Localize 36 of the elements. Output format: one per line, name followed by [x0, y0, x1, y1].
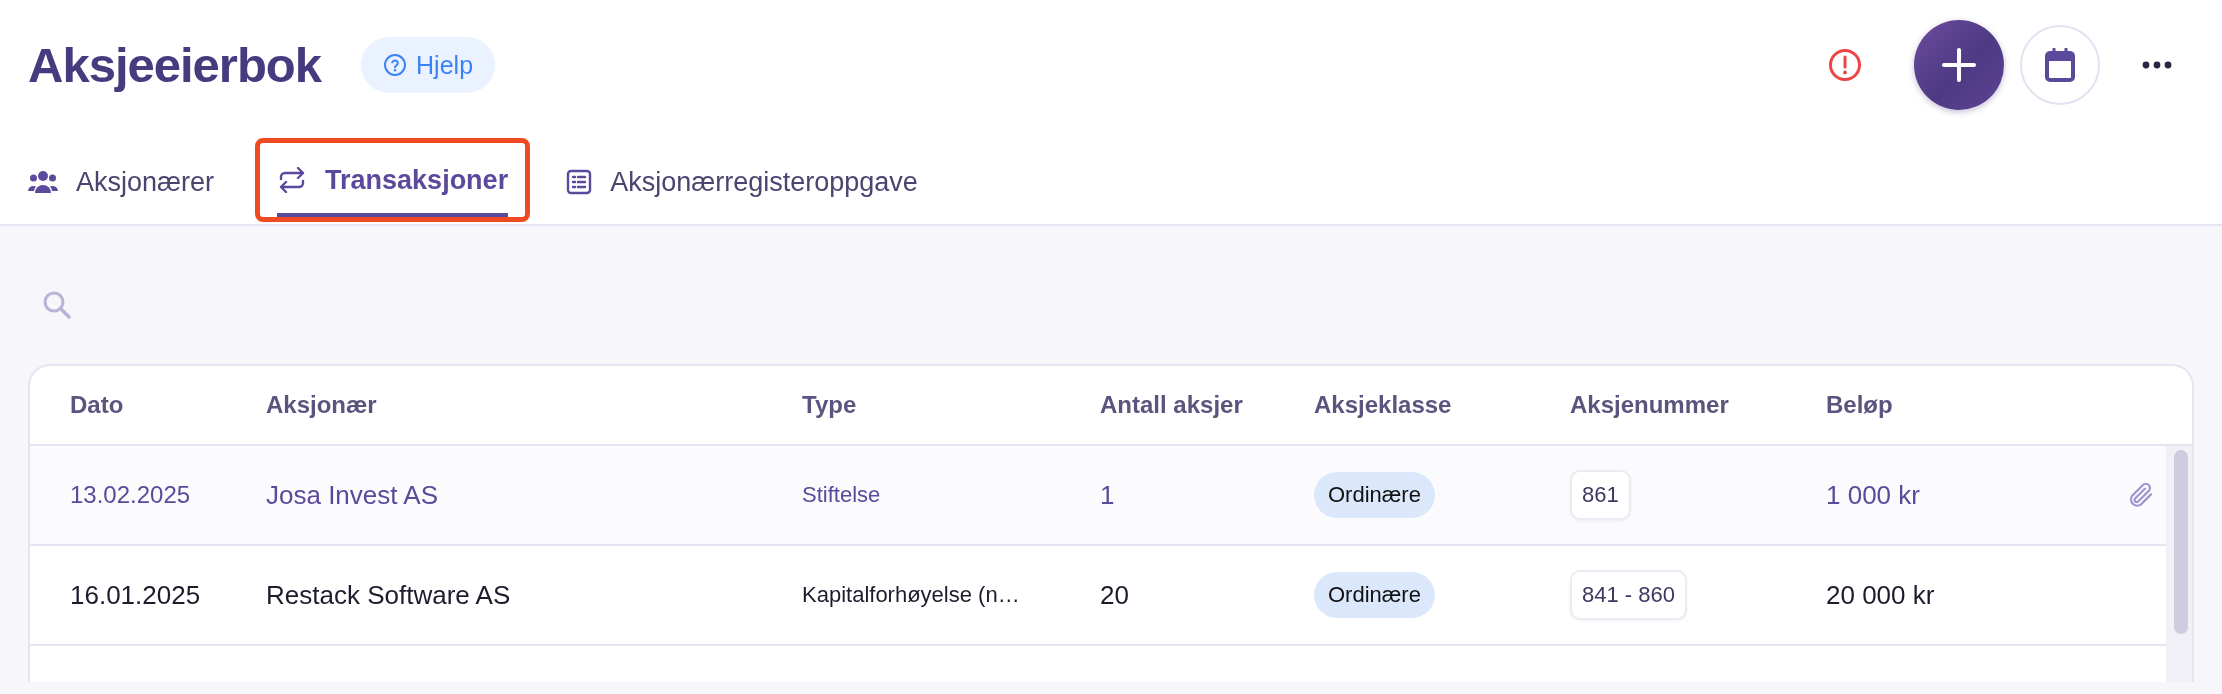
table-cell: 20 [1100, 579, 1129, 611]
table-cell: Stiftelse [802, 482, 881, 508]
tab[interactable]: Aksjonærer [28, 142, 215, 222]
tab[interactable]: Aksjonærregisteroppgave [566, 142, 918, 222]
column-header: Aksjonær [266, 391, 378, 419]
table-cell: 16.01.2025 [70, 579, 201, 611]
table-cell: Restack Software AS [266, 579, 511, 611]
column-header: Beløp [1826, 391, 1894, 419]
plus-icon [1941, 47, 1977, 83]
share-number-tag: 841 - 860 [1570, 570, 1687, 620]
table-row[interactable]: 16.01.2025 Restack Software AS Kapitalforhøyelse (n… 20 Ordinære 841 - 860 20 000 kr [30, 546, 2166, 646]
share-class-tag: Ordinære [1314, 472, 1435, 518]
calendar-icon [2045, 48, 2075, 82]
column-header: Dato [70, 391, 125, 419]
page-title: Aksjeeierbok [28, 37, 322, 93]
table-row[interactable]: 13.02.2025 Josa Invest AS Stiftelse 1 Ordinære 861 1 000 kr [30, 446, 2166, 546]
table-cell: 20 000 kr [1826, 579, 1935, 611]
table-cell: 1 [1100, 479, 1115, 511]
share-number-tag: 861 [1570, 470, 1631, 520]
table-cell: Kapitalforhøyelse (n… [802, 582, 1020, 608]
scrollbar-thumb[interactable] [2174, 450, 2188, 634]
more-icon[interactable] [2142, 61, 2172, 69]
people-icon [28, 169, 58, 195]
column-header: Antall aksjer [1100, 391, 1244, 419]
column-header: Aksjeklasse [1314, 391, 1453, 419]
help-icon [383, 53, 408, 77]
add-button[interactable] [1914, 20, 2004, 110]
table-cell: 1 000 kr [1826, 479, 1920, 511]
table-cell: Josa Invest AS [266, 479, 438, 511]
table-cell: 13.02.2025 [70, 481, 191, 509]
column-header: Aksjenummer [1570, 391, 1730, 419]
tab[interactable]: Transaksjoner [277, 143, 509, 217]
list-icon [566, 169, 593, 195]
share-class-tag: Ordinære [1314, 572, 1435, 618]
alert-icon[interactable] [1828, 48, 1862, 82]
column-header: Type [802, 391, 858, 419]
